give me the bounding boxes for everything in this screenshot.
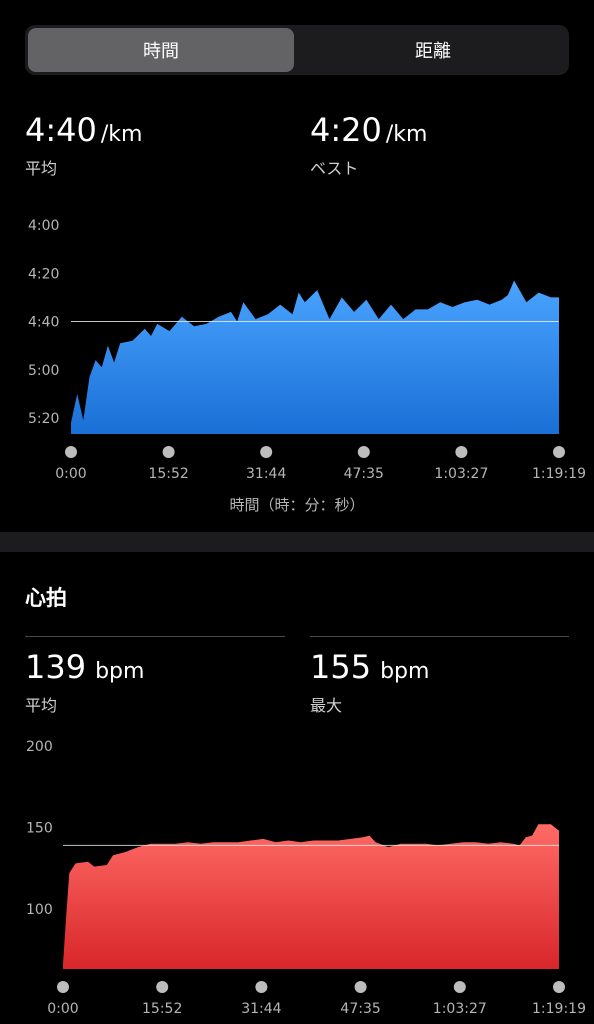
hr-x-tick-dot [354, 981, 367, 993]
hr-y-tick-label: 200 [26, 739, 53, 755]
hr-x-tick-label: 0:00 [47, 1001, 78, 1017]
hr-x-tick-dot [453, 981, 466, 993]
hr-x-tick-dot [553, 981, 565, 993]
heart-rate-chart: 200 150 100 0:00 15:52 31:44 47:35 1:03:27 1:19:… [26, 739, 586, 1017]
hr-y-tick-label: 100 [26, 902, 53, 918]
hr-x-tick-dot [57, 981, 69, 993]
hr-x-tick-label: 1:19:19 [532, 1001, 586, 1017]
hr-x-tick-label: 31:44 [241, 1001, 281, 1017]
hr-x-tick-label: 1:03:27 [433, 1001, 487, 1017]
hr-y-tick-label: 150 [26, 821, 53, 837]
hr-x-tick-dot [156, 981, 169, 993]
hr-x-tick-label: 15:52 [142, 1001, 182, 1017]
hr-x-tick-label: 47:35 [340, 1001, 380, 1017]
hr-x-tick-dot [255, 981, 268, 993]
